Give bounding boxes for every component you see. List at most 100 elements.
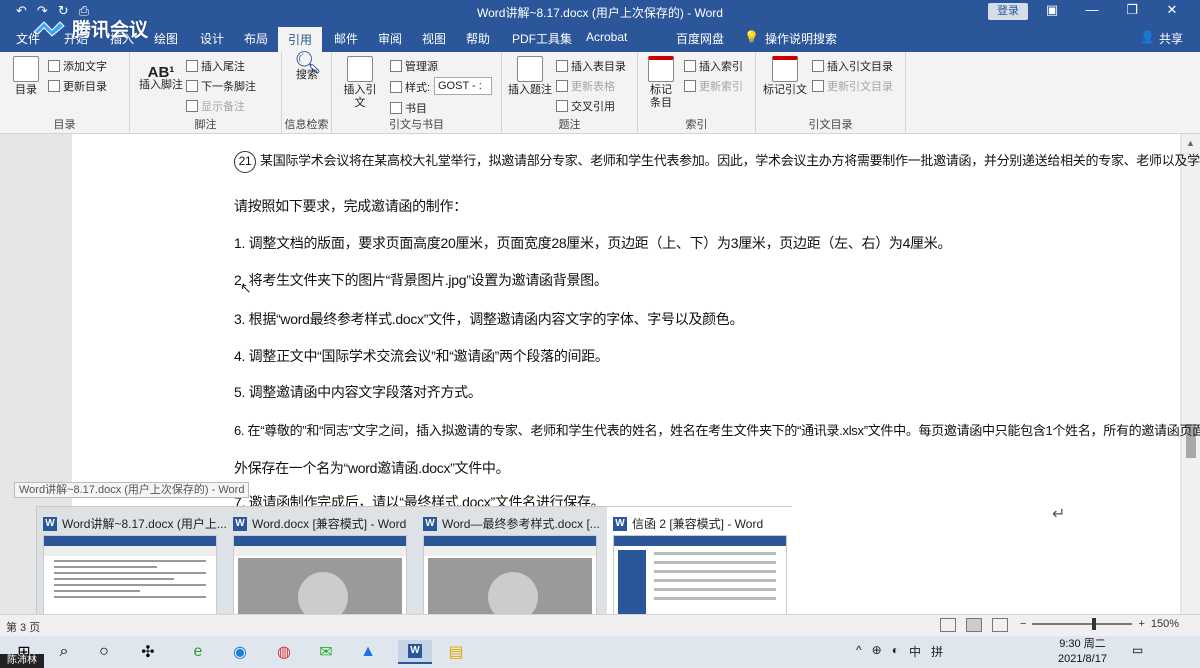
tray-app-icon[interactable]: ◐ xyxy=(892,643,899,660)
ie-browser-icon[interactable]: e xyxy=(186,640,210,664)
doc-line[interactable]: 5. 调整邀请函中内容文字段落对齐方式。 xyxy=(234,382,482,402)
person-icon: 👤 xyxy=(1140,30,1155,44)
share-label: 共享 xyxy=(1158,32,1183,46)
file-explorer-icon[interactable]: ▤ xyxy=(444,640,468,664)
taskbar-tooltip: Word讲解~8.17.docx (用户上次保存的) - Word xyxy=(14,482,250,498)
tab-design[interactable]: 设计 xyxy=(200,30,224,47)
zoom-out-icon[interactable]: − xyxy=(1020,618,1026,630)
word-taskbar-icon[interactable]: W xyxy=(398,640,432,664)
update-toc-label: 更新目录 xyxy=(63,81,107,93)
update-toa-button[interactable]: 更新引文目录 xyxy=(812,78,893,94)
tencent-meeting-label: 腾讯会议 xyxy=(72,19,149,41)
scroll-up-icon[interactable]: ▲ xyxy=(1186,138,1195,148)
notification-center-icon[interactable]: ▭ xyxy=(1132,643,1143,657)
tray-app-icon[interactable]: ⊕ xyxy=(872,643,882,660)
next-footnote-button[interactable]: 下一条脚注 xyxy=(186,78,256,94)
citation-style-select[interactable]: GOST - : xyxy=(434,77,492,95)
tab-references[interactable]: 引用 xyxy=(278,27,323,52)
insert-endnote-button[interactable]: 插入尾注 xyxy=(186,58,245,74)
update-table-button[interactable]: 更新表格 xyxy=(556,78,615,94)
update-index-button[interactable]: 更新索引 xyxy=(684,78,743,94)
bibliography-label: 书目 xyxy=(405,103,427,115)
zoom-in-icon[interactable]: + xyxy=(1138,618,1144,630)
insert-footnote-button[interactable]: AB¹ 插入脚注 xyxy=(136,65,186,92)
insert-index-button[interactable]: 插入索引 xyxy=(684,58,743,74)
tab-mailings[interactable]: 邮件 xyxy=(334,30,358,47)
show-notes-button[interactable]: 显示备注 xyxy=(186,98,245,114)
zoom-level[interactable]: 150% xyxy=(1151,618,1179,630)
vertical-scrollbar[interactable]: ▲ xyxy=(1182,134,1200,614)
group-label-toa: 引文目录 xyxy=(808,119,853,131)
minimize-icon[interactable]: — xyxy=(1072,2,1112,18)
doc-line[interactable]: 6. 在“尊敬的”和“同志”文字之间，插入拟邀请的专家、老师和学生代表的姓名，姓… xyxy=(234,420,1200,439)
zoom-slider-knob[interactable] xyxy=(1091,618,1096,630)
windows-taskbar: ⊞ ⌕ ○ ✣ e ◉ ◍ ✉ ▲ W ▤ ^ ⊕ ◐ 中 拼 9:30 周二 … xyxy=(0,636,1200,668)
tab-acrobat[interactable]: Acrobat xyxy=(586,30,627,44)
tab-draw[interactable]: 绘图 xyxy=(154,30,178,47)
style-label-row: 样式: xyxy=(390,79,430,95)
insert-caption-button[interactable]: 插入题注 xyxy=(508,56,552,97)
mark-entry-button[interactable]: 标记条目 xyxy=(646,56,676,110)
doc-line[interactable]: 3. 根据“word最终参考样式.docx”文件，调整邀请函内容文字的字体、字号… xyxy=(234,309,744,329)
doc-line[interactable]: 2. 将考生文件夹下的图片“背景图片.jpg”设置为邀请函背景图。 xyxy=(234,270,608,290)
tab-layout[interactable]: 布局 xyxy=(244,30,268,47)
mark-citation-button[interactable]: 标记引文 xyxy=(762,56,808,97)
print-layout-icon[interactable] xyxy=(966,618,982,632)
search-button[interactable]: 🔍︎ 搜索 xyxy=(294,52,322,82)
task-view-icon[interactable]: ○ xyxy=(92,640,116,664)
group-index: 标记条目 插入索引 更新索引 索引 xyxy=(638,52,756,134)
window-controls: ▣ — ❐ ✕ xyxy=(1032,2,1192,18)
restore-icon[interactable]: ❐ xyxy=(1112,2,1152,18)
mark-entry-icon xyxy=(648,56,674,82)
ribbon-tabs: 文件 开始 插入 绘图 设计 布局 引用 邮件 审阅 视图 帮助 PDF工具集 … xyxy=(0,24,1200,52)
close-icon[interactable]: ✕ xyxy=(1152,2,1192,18)
manage-sources-button[interactable]: 管理源 xyxy=(390,58,438,74)
ribbon-display-icon[interactable]: ▣ xyxy=(1032,2,1072,18)
update-index-icon xyxy=(684,80,696,92)
tencent-meeting-icon[interactable]: ▲ xyxy=(356,640,380,664)
tray-overflow-icon[interactable]: ^ xyxy=(856,643,862,660)
tab-help[interactable]: 帮助 xyxy=(466,30,490,47)
insert-citation-button[interactable]: 插入引文 xyxy=(340,56,380,110)
tab-review[interactable]: 审阅 xyxy=(378,30,402,47)
tab-view[interactable]: 视图 xyxy=(422,30,446,47)
web-layout-icon[interactable] xyxy=(992,618,1008,632)
cross-reference-button[interactable]: 交叉引用 xyxy=(556,98,615,114)
system-clock[interactable]: 9:30 周二 2021/8/17 xyxy=(1058,637,1107,667)
input-method-indicator[interactable]: 拼 xyxy=(931,643,943,660)
zoom-control: − + 150% xyxy=(1020,618,1179,630)
app-pinwheel-icon[interactable]: ✣ xyxy=(136,640,160,664)
doc-line[interactable]: 请按照如下要求，完成邀请函的制作： xyxy=(234,196,467,216)
doc-line[interactable]: 1. 调整文档的版面，要求页面高度20厘米，页面宽度28厘米，页边距（上、下）为… xyxy=(234,233,951,253)
zoom-slider[interactable] xyxy=(1032,618,1133,630)
insert-caption-label: 插入题注 xyxy=(508,84,552,96)
chrome-browser-icon[interactable]: ◍ xyxy=(272,640,296,664)
add-text-button[interactable]: 添加文字 xyxy=(48,58,107,74)
wechat-icon[interactable]: ✉ xyxy=(314,640,338,664)
cross-reference-icon xyxy=(556,100,568,112)
doc-line-intro[interactable]: 21 某国际学术会议将在某高校大礼堂举行，拟邀请部分专家、老师和学生代表参加。因此… xyxy=(234,150,1200,173)
tell-me-search[interactable]: 💡 操作说明搜索 xyxy=(744,30,837,47)
toc-button[interactable]: 目录 xyxy=(10,56,42,97)
read-mode-icon[interactable] xyxy=(940,618,956,632)
tab-baidu-netdisk[interactable]: 百度网盘 xyxy=(676,30,724,47)
next-footnote-label: 下一条脚注 xyxy=(201,81,256,93)
tab-pdf-tools[interactable]: PDF工具集 xyxy=(512,30,572,47)
thumbnail-title: Word.docx [兼容模式] - Word xyxy=(252,517,407,531)
insert-table-of-figures-label: 插入表目录 xyxy=(571,61,626,73)
edge-browser-icon[interactable]: ◉ xyxy=(228,640,252,664)
update-toc-button[interactable]: 更新目录 xyxy=(48,78,107,94)
cross-reference-label: 交叉引用 xyxy=(571,101,615,113)
login-button[interactable]: 登录 xyxy=(988,3,1028,20)
insert-toa-button[interactable]: 插入引文目录 xyxy=(812,58,893,74)
page-indicator[interactable]: 第 3 页 xyxy=(6,619,40,635)
caption-icon xyxy=(517,56,543,82)
insert-table-of-figures-button[interactable]: 插入表目录 xyxy=(556,58,626,74)
input-language-indicator[interactable]: 中 xyxy=(909,643,921,660)
update-toc-icon xyxy=(48,80,60,92)
doc-line[interactable]: 外保存在一个名为“word邀请函.docx”文件中。 xyxy=(234,458,510,478)
doc-line[interactable]: 4. 调整正文中“国际学术交流会议”和“邀请函”两个段落的间距。 xyxy=(234,346,609,366)
search-icon[interactable]: ⌕ xyxy=(52,640,76,664)
bibliography-button[interactable]: 书目 xyxy=(390,100,427,116)
share-button[interactable]: 👤 共享 xyxy=(1140,30,1183,47)
